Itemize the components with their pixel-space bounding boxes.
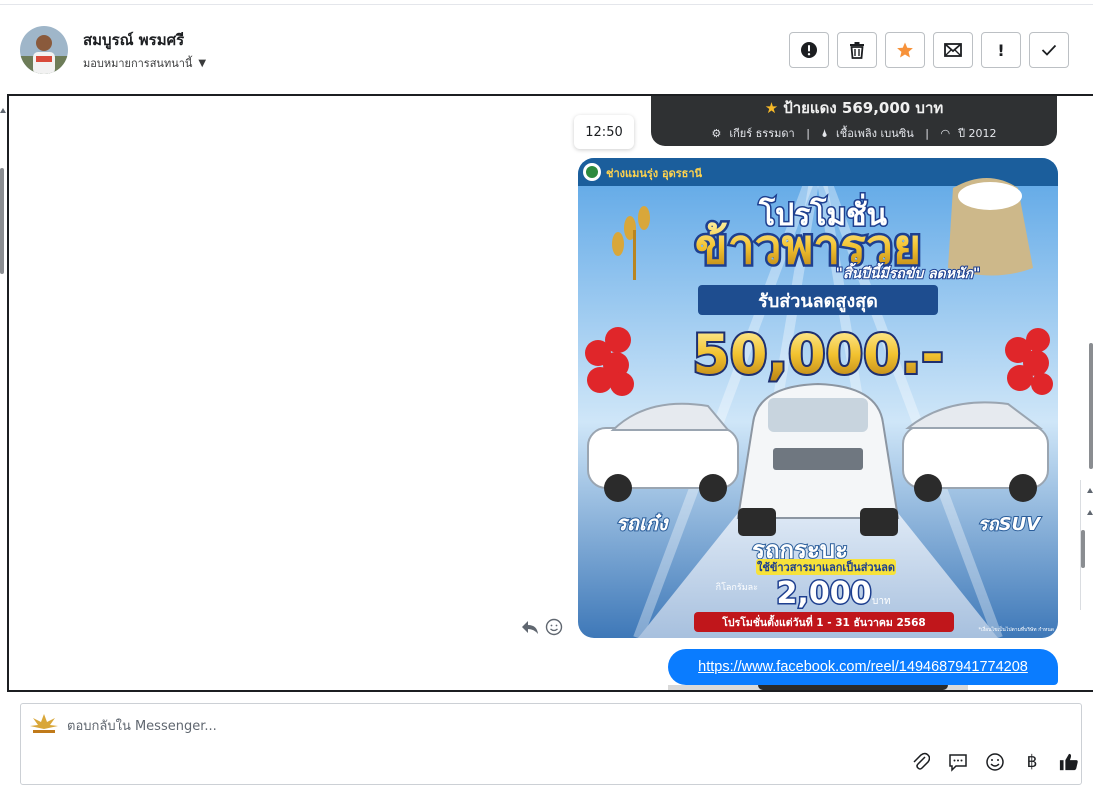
star-icon [897,42,913,58]
thumbs-up-icon[interactable] [1059,750,1079,774]
sedan-tag: รถเก๋ง [616,511,670,535]
delete-button[interactable] [837,32,877,68]
baht-label: บาท [872,596,891,607]
listing-specs: ⚙ เกียร์ ธรรมดา | 🌢 เชื้อเพลิง เบนซิน | ◠ ป… [651,124,1057,142]
link-preview-thumbnail[interactable] [668,685,968,690]
gear-icon: ⚙ [711,127,722,140]
scroll-up-arrow[interactable] [1087,488,1093,493]
promo-fine-print: *เงื่อนไขเป็นไปตามที่บริษัท กำหนด [979,625,1054,633]
top-divider [0,4,1093,5]
mark-done-button[interactable] [1029,32,1069,68]
reply-composer: ฿ [20,703,1082,785]
listing-price: ป้ายแดง 569,000 บาท [783,99,944,117]
contact-name: สมบูรณ์ พรมศรี [83,31,185,49]
per-kg-label: กิโลกรัมละ [716,582,759,593]
page-logo [29,712,59,736]
assign-conversation-dropdown[interactable]: มอบหมายการสนทนานี้ ▼ [83,54,206,72]
caret-down-icon: ▼ [198,57,207,69]
scroll-up-arrow[interactable] [0,108,6,113]
conversation-actions: ! [789,32,1069,68]
checkmark-icon [1041,44,1057,56]
star-icon: ★ [764,99,779,117]
message-tools [521,618,563,640]
spec-separator: | [806,127,810,140]
listing-price-row: ★ ป้ายแดง 569,000 บาท [651,96,1057,120]
dealer-name: ช่างแมนรุ่ง อุดรธานี [606,167,703,181]
link-message-bubble[interactable]: https://www.facebook.com/reel/1494687941… [668,649,1058,685]
reel-link[interactable]: https://www.facebook.com/reel/1494687941… [698,659,1028,675]
composer-tools: ฿ [911,750,1079,774]
discount-amount: 50,000.- [692,323,943,386]
mark-unread-button[interactable] [933,32,973,68]
price-per-kg: 2,000 [777,576,872,611]
emoji-icon[interactable] [985,750,1005,774]
scroll-up-arrow[interactable] [1087,510,1093,515]
preview-shape [758,685,948,690]
alert-circle-icon [801,42,817,58]
star-button[interactable] [885,32,925,68]
exclamation-icon: ! [997,40,1005,60]
envelope-icon [944,43,962,57]
previous-listing-card[interactable]: ★ ป้ายแดง 569,000 บาท ⚙ เกียร์ ธรรมดา | 🌢 เ… [651,96,1057,146]
attach-paperclip-icon[interactable] [911,750,931,774]
right-scrollbar-thumb[interactable] [1089,343,1093,469]
discount-label: รับส่วนลดสูงสุด [758,291,878,313]
promo-image[interactable]: ช่างแมนรุ่ง อุดรธานี โปรโมชั่น ข้าวพารวย… [578,158,1058,638]
message-thread[interactable]: ★ ป้ายแดง 569,000 บาท ⚙ เกียร์ ธรรมดา | 🌢 เ… [7,94,1093,692]
listing-gear: เกียร์ ธรรมดา [729,127,795,140]
spec-separator: | [925,127,929,140]
reply-icon[interactable] [521,619,539,639]
side-panel-scroll-thumb[interactable] [1081,530,1085,568]
promo-period: โปรโมชั่นตั้งแต่วันที่ 1 - 31 ธันวาคม 25… [721,614,925,629]
payment-baht-icon[interactable]: ฿ [1022,750,1042,774]
fuel-drop-icon: 🌢 [821,127,829,140]
rice-trade-label: ใช้ข้าวสารมาแลกเป็นส่วนลด [757,560,895,574]
assign-label: มอบหมายการสนทนานี้ [83,57,193,70]
avatar[interactable] [20,26,68,74]
conversation-header: สมบูรณ์ พรมศรี มอบหมายการสนทนานี้ ▼ ! [0,6,1093,94]
spam-button[interactable] [789,32,829,68]
suv-tag: รถSUV [978,514,1042,535]
reply-input[interactable] [67,714,887,738]
react-emoji-icon[interactable] [545,618,563,640]
listing-fuel: เชื้อเพลิง เบนซิน [836,127,914,140]
gauge-icon: ◠ [940,127,951,140]
listing-year: ปี 2012 [958,127,997,140]
message-timestamp: 12:50 [574,115,634,149]
follow-up-button[interactable]: ! [981,32,1021,68]
trash-icon [850,42,864,59]
left-scrollbar-thumb[interactable] [0,168,4,274]
saved-replies-icon[interactable] [948,750,968,774]
